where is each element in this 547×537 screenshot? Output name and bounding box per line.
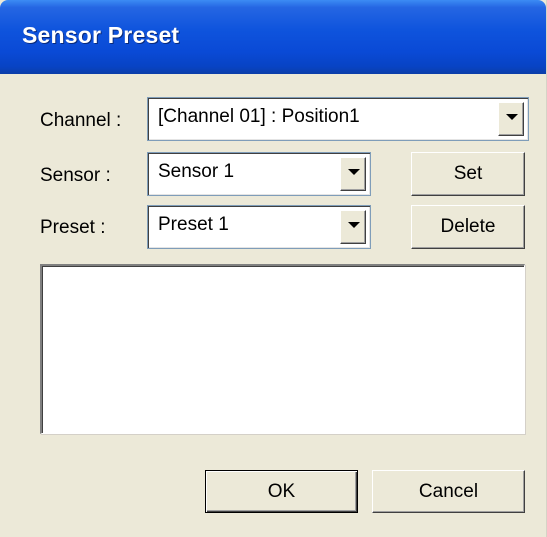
preset-list[interactable]	[40, 264, 525, 434]
channel-dropdown[interactable]: [Channel 01] : Position1	[147, 97, 529, 141]
window-title: Sensor Preset	[22, 22, 180, 48]
chevron-down-icon[interactable]	[498, 102, 524, 136]
preset-value: Preset 1	[158, 214, 229, 235]
delete-button[interactable]: Delete	[411, 205, 525, 249]
sensor-preset-dialog: Sensor Preset Channel : [Channel 01] : P…	[0, 0, 547, 537]
sensor-label: Sensor :	[40, 165, 111, 186]
ok-button-label: OK	[267, 481, 296, 502]
ok-button[interactable]: OK	[205, 470, 358, 513]
sensor-value: Sensor 1	[158, 161, 235, 182]
title-bar[interactable]: Sensor Preset	[0, 0, 546, 74]
delete-button-label: Delete	[440, 216, 496, 237]
cancel-button[interactable]: Cancel	[372, 470, 525, 513]
set-button-label: Set	[453, 163, 483, 184]
chevron-down-icon[interactable]	[340, 210, 366, 244]
preset-dropdown[interactable]: Preset 1	[147, 205, 371, 249]
chevron-down-icon[interactable]	[340, 157, 366, 191]
channel-value: [Channel 01] : Position1	[158, 106, 360, 127]
preset-label: Preset :	[40, 217, 106, 238]
sensor-dropdown[interactable]: Sensor 1	[147, 152, 371, 196]
set-button[interactable]: Set	[411, 152, 525, 196]
channel-label: Channel :	[40, 110, 122, 131]
cancel-button-label: Cancel	[418, 481, 479, 502]
